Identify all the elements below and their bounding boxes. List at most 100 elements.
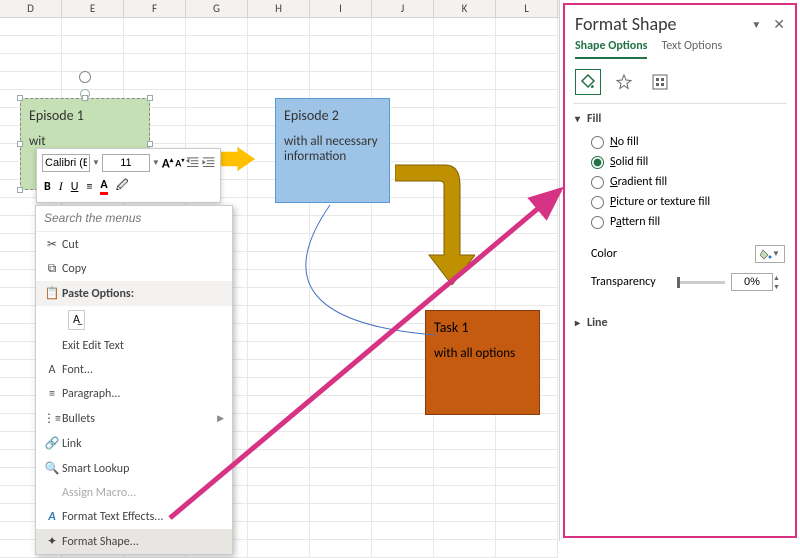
menu-assign-macro[interactable]: Assign Macro... [36,481,232,505]
menu-exit-edit-text[interactable]: Exit Edit Text [36,334,232,358]
menu-label: Bullets [62,412,95,426]
col-D[interactable]: D [0,0,62,17]
menu-smart-lookup[interactable]: 🔍Smart Lookup [36,456,232,481]
col-L[interactable]: L [496,0,558,17]
link-icon: 🔗 [42,436,62,451]
menu-label: Paragraph... [62,387,120,401]
col-G[interactable]: G [186,0,248,17]
font-name-input[interactable] [42,154,90,172]
menu-label: Exit Edit Text [62,339,124,353]
column-headers: D E F G H I J K L [0,0,559,18]
shape-subtitle: with all necessary information [284,134,381,164]
col-J[interactable]: J [372,0,434,17]
section-line[interactable]: Line [565,308,795,338]
menu-label: Copy [62,262,86,276]
resize-handle[interactable] [17,95,23,101]
col-I[interactable]: I [310,0,372,17]
increase-indent-icon[interactable] [202,156,215,170]
chevron-down-icon[interactable]: ▼ [92,158,100,168]
shape-title: Episode 1 [29,107,141,124]
line-expander[interactable]: Line [575,316,785,330]
decrease-font-icon[interactable]: A▾ [175,156,184,169]
tab-text-options[interactable]: Text Options [661,39,722,59]
bold-button[interactable]: B [44,180,51,194]
menu-search[interactable] [36,206,232,232]
format-shape-icon: ✦ [42,534,62,549]
col-K[interactable]: K [434,0,496,17]
resize-handle[interactable] [82,95,88,101]
menu-label: Format Text Effects... [62,510,163,524]
decrease-indent-icon[interactable] [186,156,199,170]
smart-lookup-icon: 🔍 [42,461,62,476]
size-properties-icon[interactable] [647,69,673,95]
shape-subtitle: with all options [434,346,531,361]
section-fill[interactable]: Fill NNo fillo fill Solid fill Gradient … [565,104,795,308]
mini-toolbar[interactable]: ▼ ▼ A▴ A▾ B I U ≡ A 🖉 [36,148,221,203]
menu-label: Smart Lookup [62,462,129,476]
copy-icon: ⧉ [42,262,62,276]
menu-format-shape[interactable]: ✦Format Shape... [36,529,232,554]
bullets-icon: ⋮≡ [42,411,62,426]
menu-link[interactable]: 🔗Link [36,431,232,456]
paste-text-icon: A̲ [68,310,85,330]
resize-handle[interactable] [17,187,23,193]
shape-subtitle: wit [29,134,141,149]
radio-gradient-fill[interactable]: Gradient fill [591,172,785,192]
menu-label: Cut [62,238,79,252]
radio-no-fill[interactable]: NNo fillo fill [591,132,785,152]
menu-paste-options: 📋Paste Options: [36,281,232,306]
effects-icon[interactable] [611,69,637,95]
col-E[interactable]: E [62,0,124,17]
menu-label: Font... [62,363,93,377]
color-picker-button[interactable]: ▼ [755,245,785,263]
menu-format-text-effects[interactable]: AFormat Text Effects... [36,505,232,529]
fill-color-icon[interactable]: 🖉 [116,176,129,197]
col-F[interactable]: F [124,0,186,17]
shape-episode-2[interactable]: Episode 2 with all necessary information [275,98,390,203]
rotate-handle-icon[interactable] [79,71,91,83]
shape-task-1[interactable]: Task 1 with all options [425,310,540,415]
increase-font-icon[interactable]: A▴ [162,155,173,171]
resize-handle[interactable] [147,141,153,147]
color-label: Color [591,247,671,261]
pane-menu-icon[interactable]: ▼ [751,18,761,31]
menu-label: Link [62,437,82,451]
menu-label: Assign Macro... [62,486,136,500]
menu-font[interactable]: AFont... [36,358,232,382]
font-color-icon[interactable]: A [100,178,107,195]
transparency-label: Transparency [591,275,671,289]
radio-pattern-fill[interactable]: Pattern fill [591,212,785,232]
col-H[interactable]: H [248,0,310,17]
fill-line-icon[interactable] [575,69,601,95]
format-shape-pane[interactable]: Format Shape ▼ ✕ Shape Options Text Opti… [563,3,797,538]
resize-handle[interactable] [17,141,23,147]
paste-icon: 📋 [42,286,62,301]
tab-shape-options[interactable]: Shape Options [575,39,647,59]
cut-icon: ✂ [42,237,62,252]
resize-handle[interactable] [147,95,153,101]
bent-arrow-shape[interactable] [395,155,475,285]
chevron-right-icon: ▶ [217,413,224,424]
menu-paragraph[interactable]: ≡Paragraph... [36,382,232,406]
pane-title: Format Shape [575,13,677,35]
menu-copy[interactable]: ⧉Copy [36,257,232,281]
transparency-slider[interactable] [677,281,725,284]
menu-paste-keep-text[interactable]: A̲ [36,306,232,334]
close-icon[interactable]: ✕ [773,16,785,33]
radio-solid-fill[interactable]: Solid fill [591,152,785,172]
fill-expander[interactable]: Fill [575,112,785,126]
italic-button[interactable]: I [59,179,63,194]
radio-picture-fill[interactable]: Picture or texture fill [591,192,785,212]
font-size-input[interactable] [102,154,150,172]
menu-cut[interactable]: ✂Cut [36,232,232,257]
context-menu[interactable]: ✂Cut ⧉Copy 📋Paste Options: A̲ Exit Edit … [35,205,233,555]
chevron-down-icon[interactable]: ▼ [152,158,160,168]
text-effects-icon: A [42,510,62,524]
transparency-input[interactable] [731,273,773,291]
transparency-spinner[interactable]: ▲▼ [773,273,785,291]
underline-button[interactable]: U [71,180,79,194]
menu-search-input[interactable] [44,211,224,225]
menu-bullets[interactable]: ⋮≡Bullets ▶ [36,406,232,431]
align-icon[interactable]: ≡ [86,180,92,194]
shape-title: Episode 2 [284,107,381,124]
